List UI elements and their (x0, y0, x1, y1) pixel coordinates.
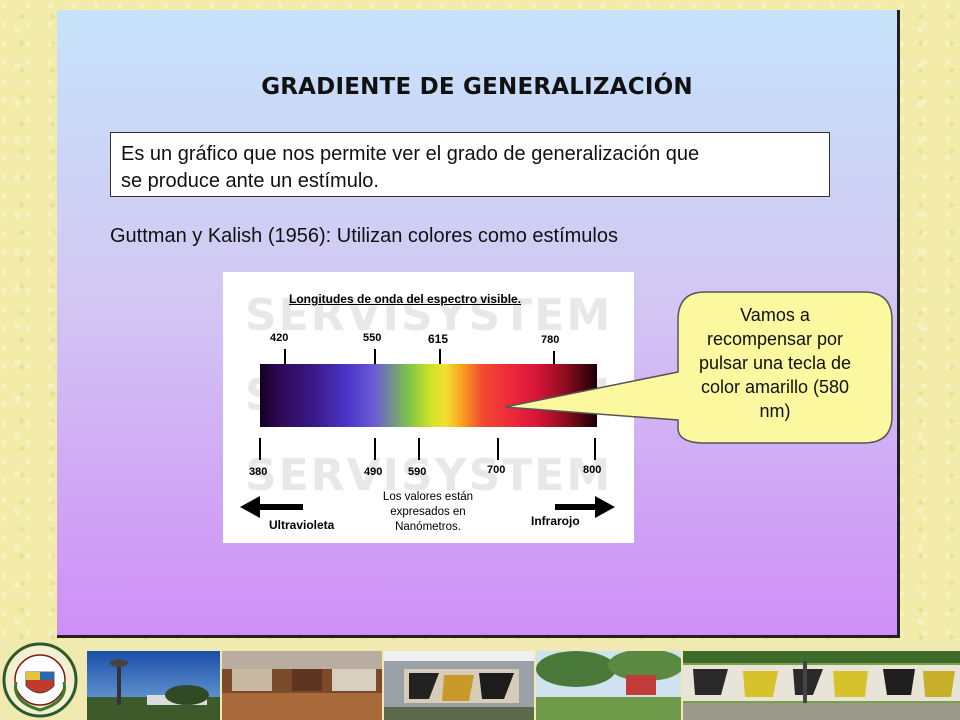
slide-subtitle: Guttman y Kalish (1956): Utilizan colore… (110, 225, 618, 247)
tick-label-380: 380 (249, 466, 268, 478)
tick-mark (259, 438, 261, 460)
university-seal-logo (2, 642, 78, 718)
definition-line-2: se produce ante un estímulo. (121, 170, 379, 192)
campus-photo-mural (384, 651, 534, 720)
arrow-right-icon (595, 496, 615, 518)
tick-label-590: 590 (408, 466, 427, 478)
units-note-line: expresados en (390, 506, 466, 518)
tick-label-700: 700 (487, 464, 506, 476)
callout-line: pulsar una tecla de (698, 353, 852, 373)
callout-line: color amarillo (580 (700, 377, 850, 397)
units-note: Los valores están expresados en Nanómetr… (363, 490, 493, 535)
tick-label-800: 800 (583, 464, 602, 476)
tick-label-420: 420 (270, 332, 289, 344)
definition-line-1: Es un gráfico que nos permite ver el gra… (121, 143, 700, 165)
callout-text: Vamos a recompensar por pulsar una tecla… (680, 303, 870, 423)
arrow-right-shaft (555, 504, 597, 510)
campus-photo-garden (536, 651, 681, 720)
arrow-left-shaft (257, 504, 303, 510)
infrared-label: Infrarojo (531, 514, 580, 528)
tick-label-615: 615 (428, 332, 449, 346)
definition-box: Es un gráfico que nos permite ver el gra… (110, 132, 830, 197)
slide-title: GRADIENTE DE GENERALIZACIÓN (261, 74, 693, 100)
figure-title: Longitudes de onda del espectro visible. (289, 292, 522, 306)
callout-line: Vamos a (740, 305, 810, 325)
tick-mark (374, 438, 376, 460)
units-note-line: Nanómetros. (395, 521, 461, 533)
tick-label-550: 550 (363, 332, 382, 344)
campus-photo-tower (87, 651, 220, 720)
ultraviolet-label: Ultravioleta (269, 518, 335, 532)
campus-photo-hall (222, 651, 382, 720)
tick-mark (418, 438, 420, 460)
tick-label-490: 490 (364, 466, 383, 478)
tick-mark (497, 438, 499, 460)
campus-photo-wall-art (683, 651, 960, 720)
callout-line: recompensar por (706, 329, 844, 349)
callout-line: nm) (759, 401, 791, 421)
units-note-line: Los valores están (382, 491, 474, 503)
